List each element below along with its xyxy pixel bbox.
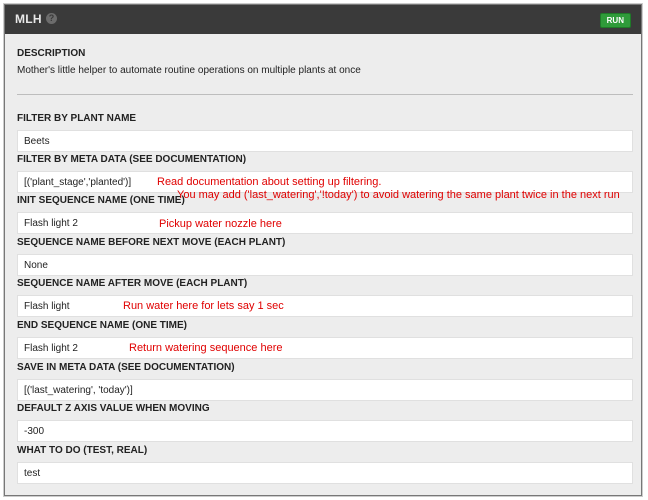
input-what-to-do[interactable]: test — [17, 462, 633, 484]
input-save-meta-data[interactable]: [('last_watering', 'today')] — [17, 379, 633, 401]
input-default-z-axis[interactable]: -300 — [17, 420, 633, 442]
label-sequence-after-move: SEQUENCE NAME AFTER MOVE (EACH PLANT) — [17, 278, 248, 289]
description-text: Mother's little helper to automate routi… — [17, 65, 361, 76]
input-sequence-after-move[interactable]: Flash light — [17, 295, 633, 317]
divider — [17, 94, 633, 95]
input-filter-plant-name[interactable]: Beets — [17, 130, 633, 152]
annotation-run-water: Run water here for lets say 1 sec — [123, 300, 284, 312]
input-init-sequence[interactable]: Flash light 2 — [17, 212, 633, 234]
annotation-filtering-doc: Read documentation about setting up filt… — [157, 176, 382, 188]
app-title: MLH — [15, 12, 42, 26]
run-button[interactable]: RUN — [599, 13, 631, 28]
input-end-sequence[interactable]: Flash light 2 — [17, 337, 633, 359]
mlh-window: MLH ? RUN DESCRIPTION Mother's little he… — [4, 4, 642, 496]
label-end-sequence: END SEQUENCE NAME (ONE TIME) — [17, 320, 188, 331]
label-init-sequence: INIT SEQUENCE NAME (ONE TIME) — [17, 195, 185, 206]
label-sequence-before-move: SEQUENCE NAME BEFORE NEXT MOVE (EACH PLA… — [17, 237, 286, 248]
title-bar: MLH ? RUN — [5, 5, 641, 34]
annotation-last-watering: You may add ('last_watering','!today') t… — [177, 189, 620, 201]
annotation-return-watering: Return watering sequence here — [129, 342, 283, 354]
label-filter-meta-data: FILTER BY META DATA (SEE DOCUMENTATION) — [17, 154, 247, 165]
label-what-to-do: WHAT TO DO (TEST, REAL) — [17, 445, 148, 456]
input-sequence-before-move[interactable]: None — [17, 254, 633, 276]
annotation-pickup-nozzle: Pickup water nozzle here — [159, 218, 282, 230]
description-heading: DESCRIPTION — [17, 48, 86, 59]
label-filter-plant-name: FILTER BY PLANT NAME — [17, 113, 137, 124]
label-save-meta-data: SAVE IN META DATA (SEE DOCUMENTATION) — [17, 362, 235, 373]
question-circle-icon[interactable]: ? — [46, 13, 57, 24]
label-default-z-axis: DEFAULT Z AXIS VALUE WHEN MOVING — [17, 403, 210, 414]
